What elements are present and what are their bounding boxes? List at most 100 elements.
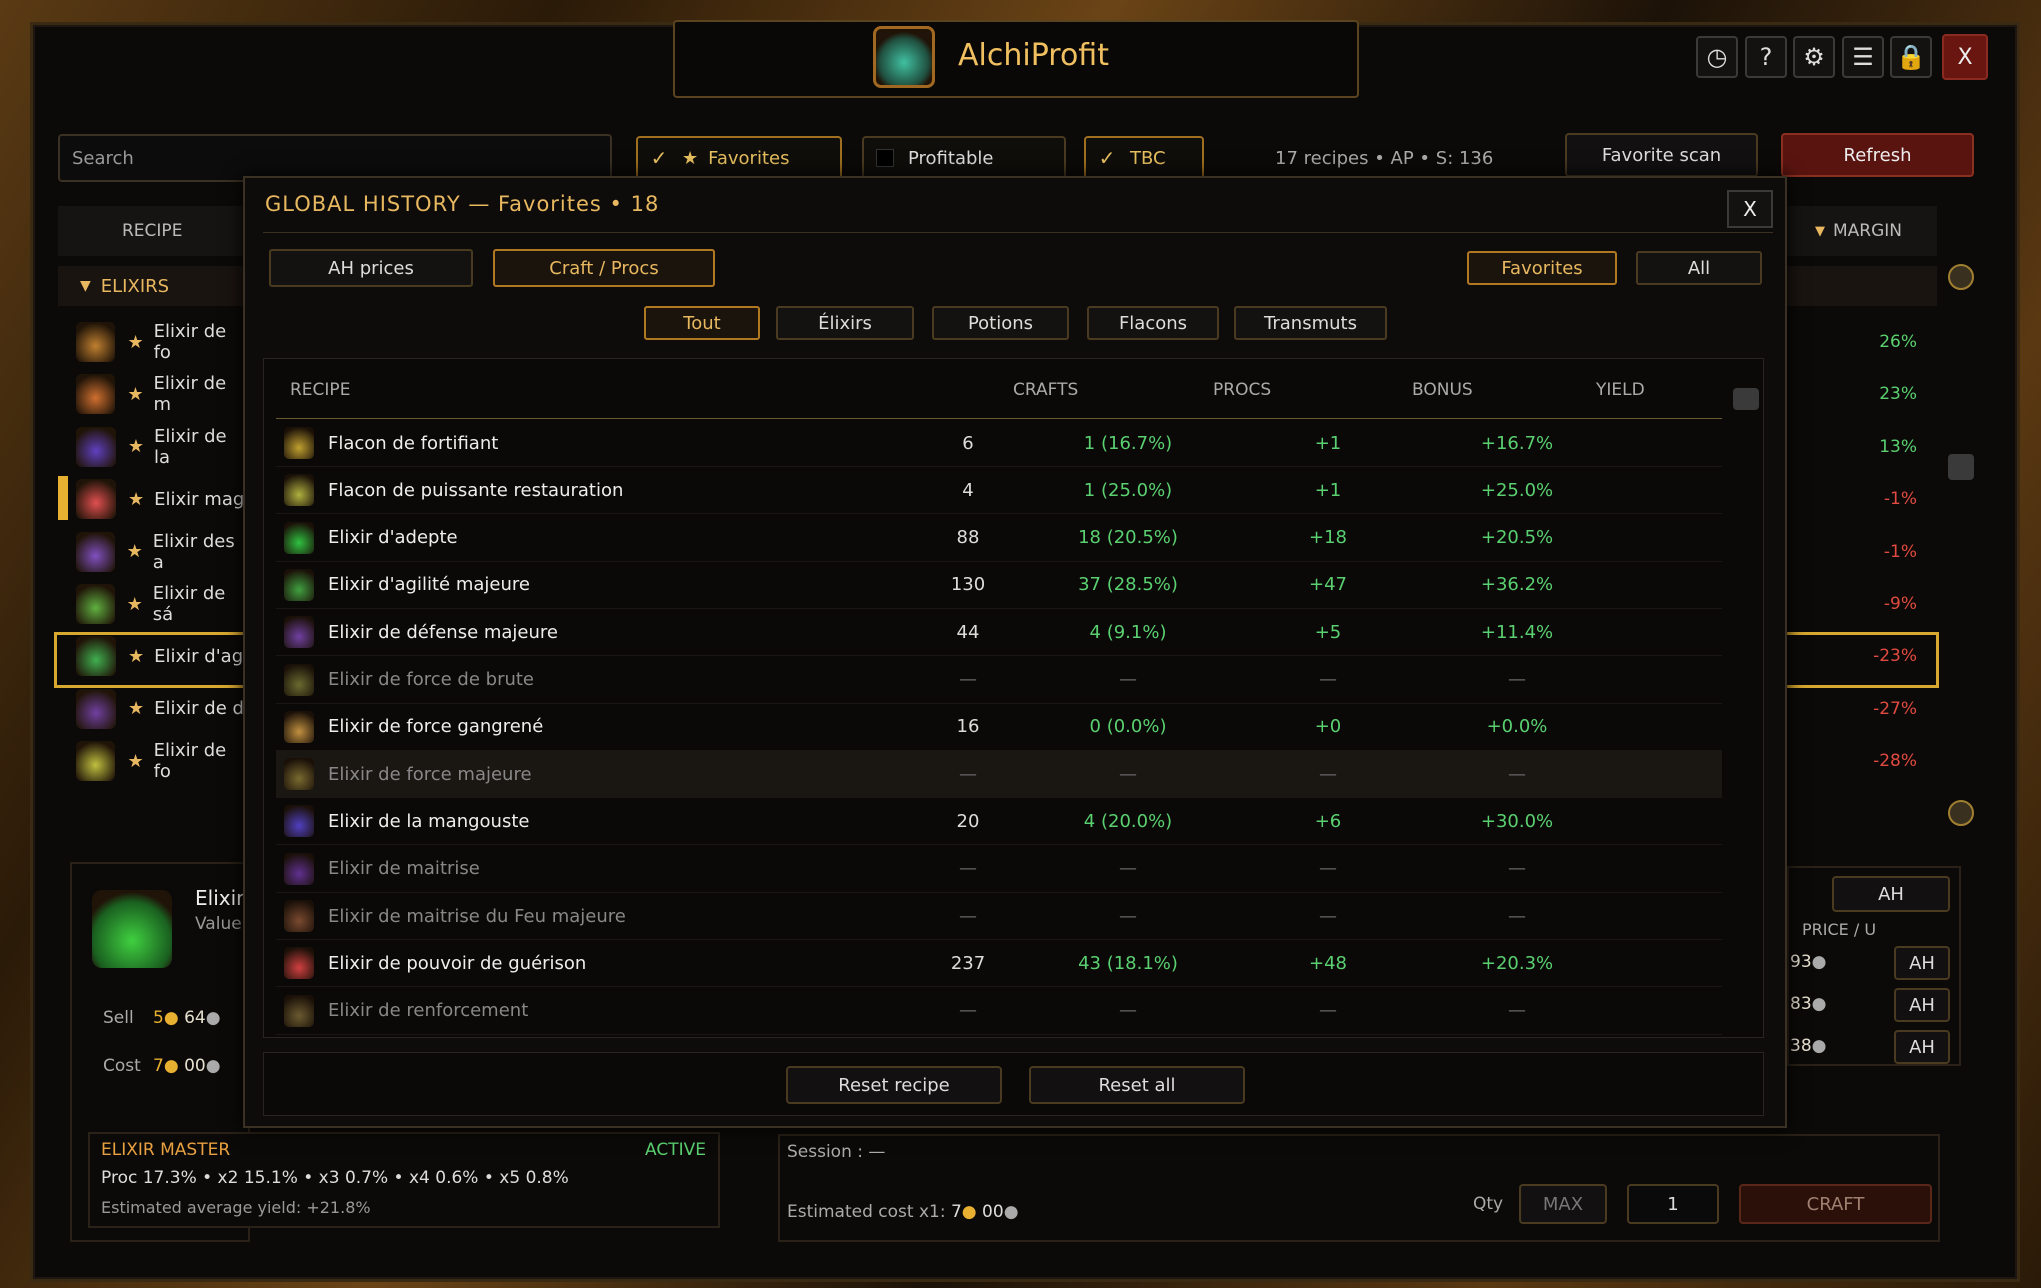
row-yield: +0.0% xyxy=(1486,716,1548,738)
filter-tout[interactable]: Tout xyxy=(644,306,760,340)
col-recipe[interactable]: RECIPE xyxy=(58,206,248,256)
reset-all-button[interactable]: Reset all xyxy=(1029,1066,1245,1104)
profitable-filter[interactable]: Profitable xyxy=(862,136,1066,180)
craft-button[interactable]: CRAFT xyxy=(1739,1184,1932,1224)
profitable-filter-label: Profitable xyxy=(908,147,994,169)
header-underline xyxy=(276,418,1722,419)
potion-icon xyxy=(76,688,116,729)
row-yield: — xyxy=(1508,858,1526,880)
row-name: Elixir de la mangouste xyxy=(328,810,530,832)
star-icon: ★ xyxy=(682,147,699,169)
scope-all[interactable]: All xyxy=(1636,251,1762,285)
max-button[interactable]: MAX xyxy=(1519,1184,1607,1224)
row-bonus: +47 xyxy=(1309,574,1347,596)
filter-potions[interactable]: Potions xyxy=(932,306,1069,340)
ah-button-2[interactable]: AH xyxy=(1894,988,1950,1022)
selected-row-outline-left xyxy=(54,632,250,688)
row-bonus: +1 xyxy=(1314,432,1342,454)
gear-icon[interactable]: ⚙ xyxy=(1793,36,1835,78)
filter-flacons[interactable]: Flacons xyxy=(1087,306,1219,340)
qty-input[interactable]: 1 xyxy=(1627,1184,1719,1224)
tab-ah-prices[interactable]: AH prices xyxy=(269,249,473,287)
th-bonus[interactable]: BONUS xyxy=(1412,380,1473,400)
th-procs[interactable]: PROCS xyxy=(1213,380,1271,400)
list-icon[interactable]: ☰ xyxy=(1842,36,1884,78)
row-bonus: — xyxy=(1319,905,1337,927)
tbc-filter-label: TBC xyxy=(1130,147,1166,169)
table-row[interactable]: Elixir d'agilité majeure 130 37 (28.5%) … xyxy=(276,562,1722,609)
potion-icon xyxy=(284,521,314,554)
th-recipe[interactable]: RECIPE xyxy=(290,380,350,400)
col-margin[interactable]: ▼ MARGIN xyxy=(1787,206,1937,256)
scope-favorites[interactable]: Favorites xyxy=(1467,251,1617,285)
ah-button-1[interactable]: AH xyxy=(1894,946,1950,980)
silver-coin-icon: ● xyxy=(205,1008,221,1028)
list-item[interactable]: ★ Elixir des a xyxy=(58,528,248,576)
table-row[interactable]: Flacon de puissante restauration 4 1 (25… xyxy=(276,467,1722,515)
row-name: Elixir d'agilité majeure xyxy=(328,574,530,596)
table-row[interactable]: Elixir de force majeure — — — — xyxy=(276,751,1722,799)
table-row[interactable]: Elixir de renforcement — — — — xyxy=(276,988,1722,1035)
category-elixirs[interactable]: ▼ ELIXIRS xyxy=(58,266,248,306)
lock-icon[interactable]: 🔒 xyxy=(1890,36,1932,78)
silver-coin-icon: ● xyxy=(1811,994,1827,1014)
table-row[interactable]: Elixir de défense majeure 44 4 (9.1%) +5… xyxy=(276,609,1722,657)
filter-transmuts[interactable]: Transmuts xyxy=(1234,306,1387,340)
reset-recipe-button[interactable]: Reset recipe xyxy=(786,1066,1002,1104)
favorites-filter[interactable]: ✓ ★ Favorites xyxy=(636,136,842,180)
estimated-yield: Estimated average yield: +21.8% xyxy=(101,1198,371,1217)
list-item[interactable]: ★ Elixir de m xyxy=(58,370,248,418)
scroll-bottom-icon[interactable] xyxy=(1948,800,1974,826)
list-item-margin: -1% xyxy=(1883,489,1917,510)
help-icon[interactable]: ? xyxy=(1745,36,1787,78)
estimated-cost-label: Estimated cost x1: xyxy=(787,1202,946,1222)
active-marker xyxy=(58,476,68,520)
list-item[interactable]: ★ Elixir de d xyxy=(58,685,248,733)
list-item-label: Elixir de m xyxy=(153,373,227,416)
price-per-unit-label: PRICE / U xyxy=(1802,920,1877,939)
table-row[interactable]: Elixir de force de brute — — — — xyxy=(276,657,1722,704)
mastery-title: ELIXIR MASTER xyxy=(101,1140,231,1160)
tbc-filter[interactable]: ✓ TBC xyxy=(1084,136,1204,180)
table-row[interactable]: Flacon de fortifiant 6 1 (16.7%) +1 +16.… xyxy=(276,420,1722,467)
table-row[interactable]: Elixir de maitrise du Feu majeure — — — … xyxy=(276,893,1722,940)
list-item[interactable]: ★ Elixir de sá xyxy=(58,580,248,628)
check-icon: ✓ xyxy=(650,146,668,170)
table-row[interactable]: Elixir de force gangrené 16 0 (0.0%) +0 … xyxy=(276,704,1722,751)
row-yield: +11.4% xyxy=(1480,621,1554,643)
close-button[interactable]: X xyxy=(1942,34,1988,80)
list-item[interactable]: ★ Elixir mag xyxy=(58,475,248,523)
refresh-button[interactable]: Refresh xyxy=(1781,133,1974,177)
mastery-status: ACTIVE xyxy=(645,1140,706,1160)
search-input[interactable]: Search xyxy=(58,134,612,182)
table-row[interactable]: Elixir d'adepte 88 18 (20.5%) +18 +20.5% xyxy=(276,515,1722,562)
table-scrollbar-thumb[interactable] xyxy=(1733,388,1759,410)
tab-craft-procs[interactable]: Craft / Procs xyxy=(493,249,715,287)
table-row[interactable]: Elixir de maitrise — — — — xyxy=(276,846,1722,893)
scrollbar-thumb[interactable] xyxy=(1948,454,1974,480)
list-item[interactable]: ★ Elixir de fo xyxy=(58,737,248,785)
list-item[interactable]: ★ Elixir de la xyxy=(58,423,248,471)
th-yield[interactable]: YIELD xyxy=(1596,380,1645,400)
th-crafts[interactable]: CRAFTS xyxy=(1013,380,1078,400)
silver-coin-icon: ● xyxy=(1811,1036,1827,1056)
filter-elixirs[interactable]: Élixirs xyxy=(776,306,914,340)
ah-button-3[interactable]: AH xyxy=(1894,1030,1950,1064)
favorite-scan-button[interactable]: Favorite scan xyxy=(1565,133,1758,177)
scroll-top-icon[interactable] xyxy=(1948,264,1974,290)
silver-coin-icon: ● xyxy=(1811,952,1827,972)
reagent-price-2: 83● xyxy=(1790,994,1826,1014)
row-yield: — xyxy=(1508,763,1526,785)
potion-icon xyxy=(76,374,116,415)
list-item[interactable]: ★ Elixir de fo xyxy=(58,318,248,366)
potion-icon xyxy=(284,900,314,932)
potion-icon xyxy=(76,479,116,520)
table-row[interactable]: Elixir de la mangouste 20 4 (20.0%) +6 +… xyxy=(276,798,1722,846)
potion-icon xyxy=(76,322,116,362)
modal-close-button[interactable]: X xyxy=(1727,190,1773,228)
table-row[interactable]: Elixir de pouvoir de guérison 237 43 (18… xyxy=(276,940,1722,988)
history-icon[interactable]: ◷ xyxy=(1696,36,1738,78)
potion-icon xyxy=(284,994,314,1027)
row-bonus: +6 xyxy=(1314,810,1342,832)
ah-header-button[interactable]: AH xyxy=(1832,876,1950,912)
